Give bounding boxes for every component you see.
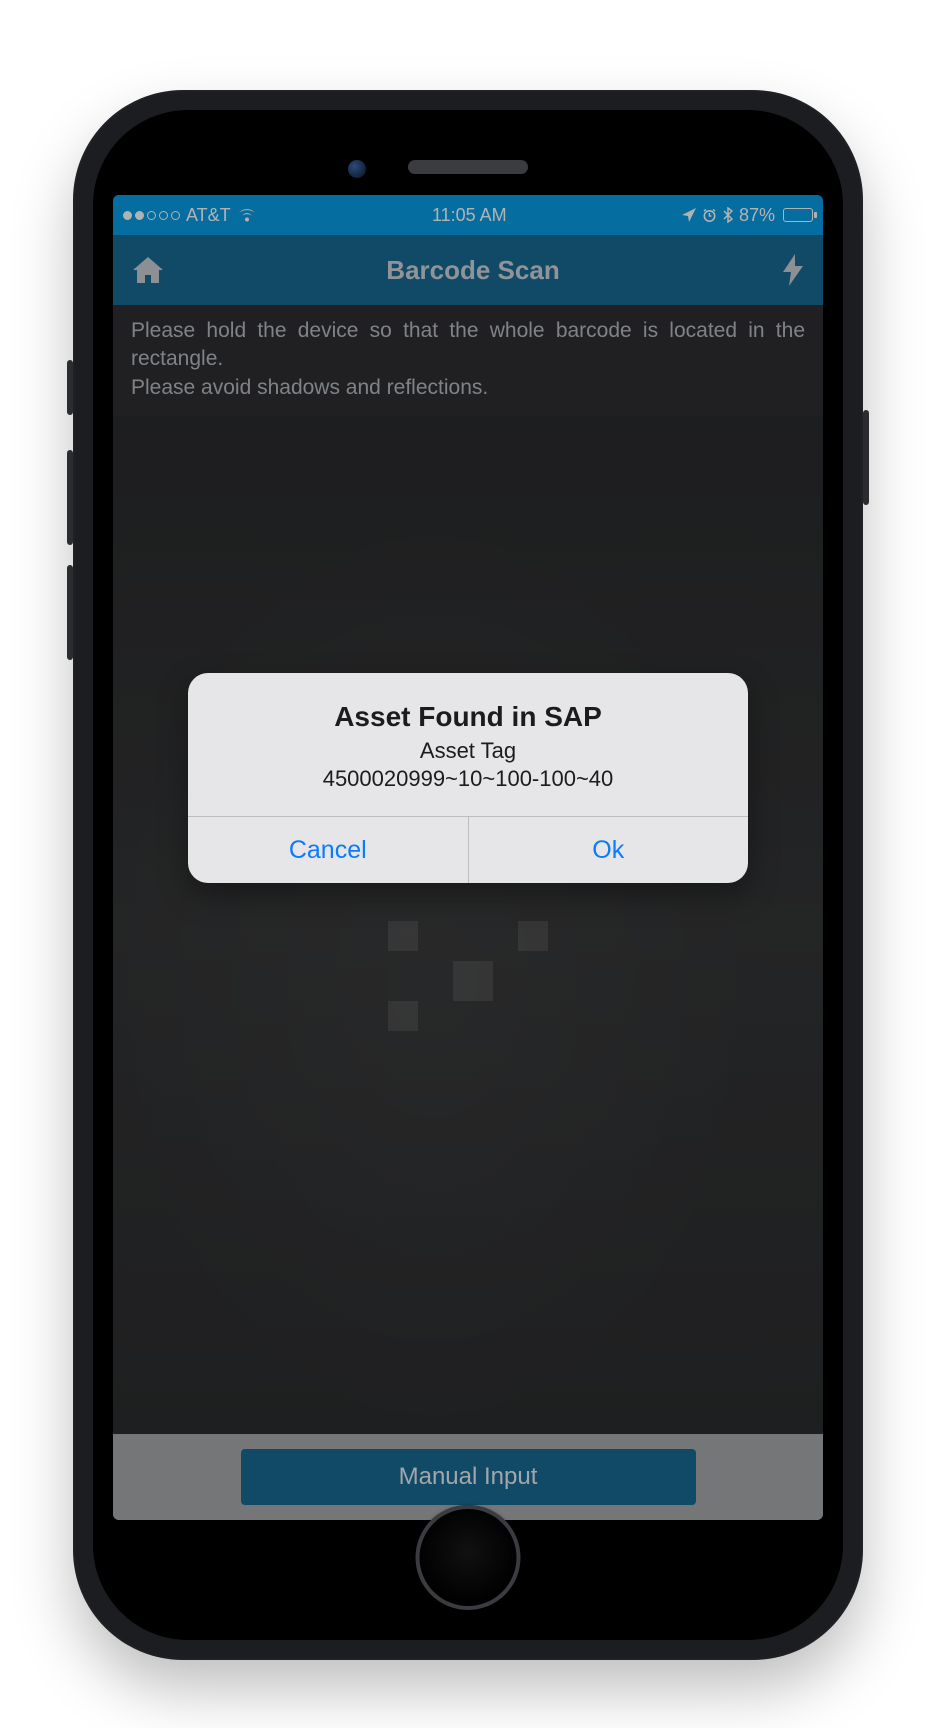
earpiece <box>408 160 528 174</box>
mute-switch[interactable] <box>67 360 73 415</box>
volume-up-button[interactable] <box>67 450 73 545</box>
alert-asset-tag: 4500020999~10~100-100~40 <box>212 765 724 793</box>
phone-bezel: AT&T 11:05 AM 87% <box>93 110 843 1640</box>
hardware-home-button[interactable] <box>416 1505 521 1610</box>
alert-body: Asset Found in SAP Asset Tag 4500020999~… <box>188 673 748 816</box>
volume-down-button[interactable] <box>67 565 73 660</box>
alert-subtitle-label: Asset Tag <box>212 737 724 765</box>
screen: AT&T 11:05 AM 87% <box>113 195 823 1520</box>
phone-frame: AT&T 11:05 AM 87% <box>73 90 863 1660</box>
alert-button-row: Cancel Ok <box>188 816 748 883</box>
alert-dialog: Asset Found in SAP Asset Tag 4500020999~… <box>188 673 748 883</box>
front-camera <box>348 160 366 178</box>
cancel-button[interactable]: Cancel <box>188 817 468 883</box>
power-button[interactable] <box>863 410 869 505</box>
ok-button[interactable]: Ok <box>468 817 749 883</box>
alert-title: Asset Found in SAP <box>212 701 724 733</box>
